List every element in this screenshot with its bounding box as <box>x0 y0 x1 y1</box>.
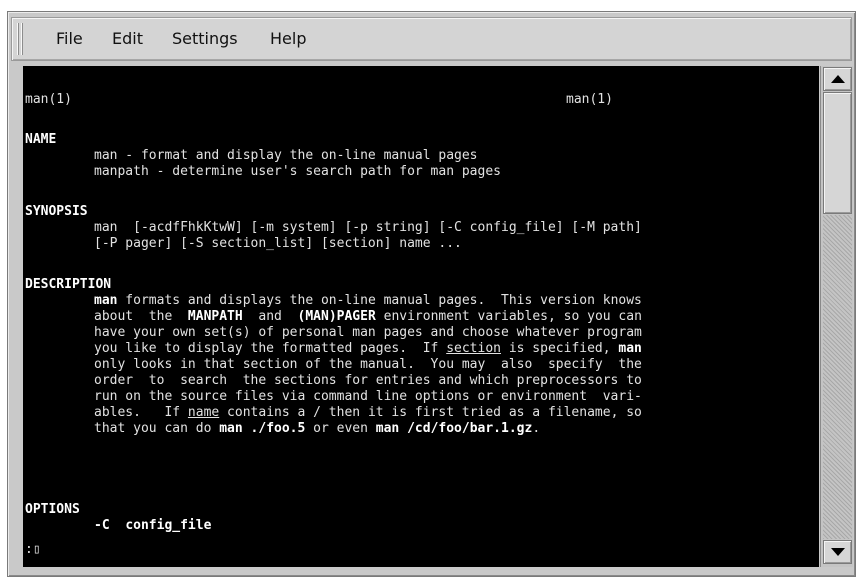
description-line: order to search the sections for entries… <box>94 373 642 388</box>
description-line: that you can do man ./foo.5 or even man … <box>94 421 541 436</box>
menu-bar: File Edit Settings Help <box>11 17 852 61</box>
section-heading-options: OPTIONS <box>25 502 80 517</box>
section-heading-description: DESCRIPTION <box>25 277 112 292</box>
menubar-grip-handle[interactable] <box>17 23 25 55</box>
menu-edit[interactable]: Edit <box>110 28 145 50</box>
description-line: about the MANPATH and (MAN)PAGER environ… <box>94 309 642 324</box>
description-line: have your own set(s) of personal man pag… <box>94 325 642 340</box>
scrollbar-thumb[interactable] <box>823 92 852 214</box>
arrow-down-icon <box>831 548 845 556</box>
description-line: you like to display the formatted pages.… <box>94 341 642 356</box>
menu-help[interactable]: Help <box>268 28 308 50</box>
scroll-up-button[interactable] <box>823 67 852 91</box>
option-line: -C config_file <box>94 518 212 533</box>
arrow-up-icon <box>831 75 845 83</box>
scroll-down-button[interactable] <box>823 540 852 564</box>
terminal-output[interactable]: man(1) man(1) NAME man - format and disp… <box>23 66 819 567</box>
description-line: only looks in that section of the manual… <box>94 357 642 372</box>
synopsis-line: man [-acdfFhkKtwW] [-m system] [-p strin… <box>94 220 642 235</box>
man-header-right: man(1) <box>566 92 613 107</box>
scrollbar-track[interactable] <box>823 215 852 539</box>
section-heading-name: NAME <box>25 132 57 147</box>
description-line: ables. If name contains a / then it is f… <box>94 405 642 420</box>
description-line: run on the source files via command line… <box>94 389 642 404</box>
menu-file[interactable]: File <box>54 28 85 50</box>
section-heading-synopsis: SYNOPSIS <box>25 204 88 219</box>
vertical-scrollbar[interactable] <box>820 66 853 567</box>
menu-settings[interactable]: Settings <box>170 28 240 50</box>
man-header-left: man(1) <box>25 92 72 107</box>
name-line: man - format and display the on-line man… <box>94 148 478 163</box>
name-line: manpath - determine user's search path f… <box>94 164 501 179</box>
pager-prompt[interactable]: :▯ <box>25 542 41 558</box>
description-line: man formats and displays the on-line man… <box>94 293 642 308</box>
synopsis-line: [-P pager] [-S section_list] [section] n… <box>94 236 462 251</box>
